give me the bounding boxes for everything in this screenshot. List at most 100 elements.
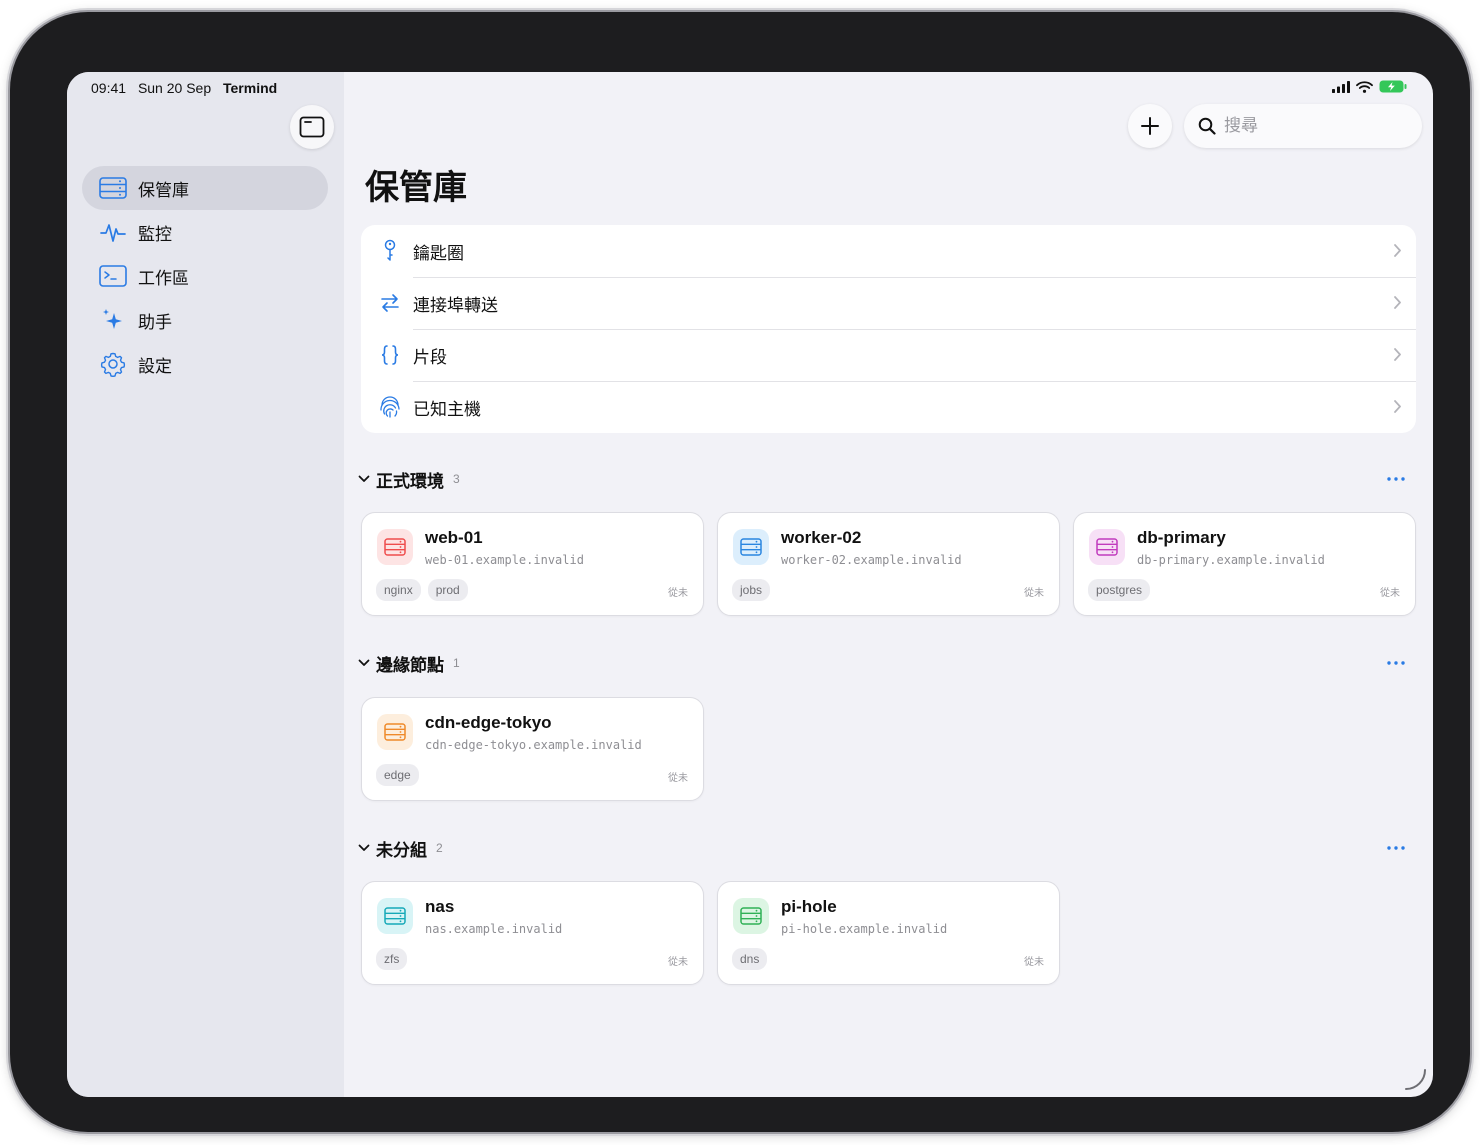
host-name: cdn-edge-tokyo	[425, 713, 552, 732]
server-icon	[1089, 529, 1125, 565]
resize-corner-icon	[1405, 1069, 1426, 1090]
host-tag: edge	[376, 764, 419, 786]
sidebar-item-vault[interactable]: 保管庫	[82, 166, 328, 210]
sidebar-item-monitor[interactable]: 監控	[82, 210, 328, 254]
menu-row-label: 片段	[413, 347, 447, 367]
menu-row-known-hosts[interactable]: 已知主機	[361, 381, 1416, 433]
chevron-right-icon	[1394, 400, 1401, 413]
chevron-right-icon	[1394, 348, 1401, 361]
sidebar-item-label: 工作區	[138, 268, 189, 288]
host-tag: zfs	[376, 948, 408, 970]
menu-row-label: 連接埠轉送	[413, 295, 498, 315]
more-icon[interactable]	[1381, 651, 1411, 675]
group-header-production[interactable]: 正式環境 3	[358, 467, 1413, 491]
group-header-edge[interactable]: 邊緣節點 1	[358, 651, 1413, 675]
sidebar-item-label: 監控	[138, 224, 172, 244]
chevron-right-icon	[1394, 296, 1401, 309]
host-last-connected: 從未	[1024, 957, 1044, 968]
server-rack-icon	[98, 175, 128, 201]
plus-icon	[1141, 117, 1159, 135]
sidebar-item-label: 保管庫	[138, 180, 189, 200]
screen: 09:41 Sun 20 Sep Termind 保管庫 監控 工作區 助手 設…	[67, 72, 1433, 1097]
host-address: cdn-edge-tokyo.example.invalid	[425, 738, 642, 752]
more-icon[interactable]	[1381, 836, 1411, 860]
host-last-connected: 從未	[668, 773, 688, 784]
main-content: 保管庫 鑰匙圈	[344, 72, 1433, 1097]
menu-row-label: 已知主機	[413, 399, 481, 419]
sidebar-toggle-icon	[299, 116, 325, 138]
host-card-cdn-edge-tokyo[interactable]: cdn-edge-tokyo cdn-edge-tokyo.example.in…	[361, 697, 704, 801]
sidebar-item-assistant[interactable]: 助手	[82, 298, 328, 342]
sidebar-item-workspace[interactable]: 工作區	[82, 254, 328, 298]
fingerprint-icon	[373, 396, 407, 418]
sidebar-toggle-button[interactable]	[290, 105, 334, 149]
chevron-down-icon	[358, 659, 370, 666]
host-tag: nginx	[376, 579, 421, 601]
chevron-right-icon	[1394, 244, 1401, 257]
more-icon[interactable]	[1381, 467, 1411, 491]
sidebar-nav: 保管庫 監控 工作區 助手 設定	[82, 166, 328, 386]
host-card-nas[interactable]: nas nas.example.invalid zfs 從未	[361, 881, 704, 985]
terminal-icon	[98, 263, 128, 289]
cellular-signal-icon	[1332, 80, 1350, 93]
page-title: 保管庫	[365, 169, 467, 207]
device-frame: 09:41 Sun 20 Sep Termind 保管庫 監控 工作區 助手 設…	[10, 12, 1470, 1132]
host-name: nas	[425, 897, 455, 916]
host-name: web-01	[425, 528, 483, 547]
group-count: 2	[436, 841, 443, 855]
group-header-ungrouped[interactable]: 未分組 2	[358, 836, 1413, 860]
search-input[interactable]	[1224, 116, 1404, 136]
host-name: pi-hole	[781, 897, 837, 916]
host-card-db-primary[interactable]: db-primary db-primary.example.invalid po…	[1073, 512, 1416, 616]
status-bar-left: 09:41 Sun 20 Sep Termind	[91, 80, 277, 96]
server-icon	[733, 529, 769, 565]
menu-row-label: 鑰匙圈	[413, 243, 464, 263]
group-count: 1	[453, 656, 460, 670]
host-card-pi-hole[interactable]: pi-hole pi-hole.example.invalid dns 從未	[717, 881, 1060, 985]
sidebar: 09:41 Sun 20 Sep Termind 保管庫 監控 工作區 助手 設…	[67, 72, 344, 1097]
menu-row-keychain[interactable]: 鑰匙圈	[361, 225, 1416, 277]
host-address: pi-hole.example.invalid	[781, 922, 948, 936]
search-icon	[1198, 117, 1216, 135]
group-name: 未分組	[376, 840, 427, 860]
braces-icon	[373, 344, 407, 366]
waveform-icon	[98, 219, 128, 245]
sidebar-item-label: 設定	[138, 356, 172, 376]
host-tag: jobs	[732, 579, 771, 601]
sidebar-item-settings[interactable]: 設定	[82, 342, 328, 386]
chevron-down-icon	[358, 844, 370, 851]
host-tags: postgres	[1088, 579, 1151, 601]
server-icon	[377, 898, 413, 934]
host-card-worker-02[interactable]: worker-02 worker-02.example.invalid jobs…	[717, 512, 1060, 616]
host-tag: postgres	[1088, 579, 1151, 601]
host-name: worker-02	[781, 528, 862, 547]
gear-icon	[98, 351, 128, 377]
status-bar-right	[1332, 80, 1407, 93]
status-date: Sun 20 Sep	[137, 80, 212, 96]
menu-row-port-forwarding[interactable]: 連接埠轉送	[361, 277, 1416, 329]
host-address: web-01.example.invalid	[425, 553, 584, 567]
host-name: db-primary	[1137, 528, 1226, 547]
host-tags: zfs	[376, 948, 408, 970]
host-tag: prod	[427, 579, 468, 601]
sidebar-item-label: 助手	[138, 312, 172, 332]
vault-menu-list: 鑰匙圈 連接埠轉送 片段 已知主機	[361, 225, 1416, 433]
menu-row-snippets[interactable]: 片段	[361, 329, 1416, 381]
host-last-connected: 從未	[1380, 588, 1400, 599]
group-name: 邊緣節點	[376, 655, 444, 675]
battery-charging-icon	[1379, 80, 1407, 93]
host-last-connected: 從未	[1024, 588, 1044, 599]
host-address: worker-02.example.invalid	[781, 553, 962, 567]
host-tag: dns	[732, 948, 768, 970]
host-tags: nginx prod	[376, 579, 468, 601]
search-field[interactable]	[1184, 104, 1422, 148]
host-last-connected: 從未	[668, 957, 688, 968]
host-address: nas.example.invalid	[425, 922, 563, 936]
group-count: 3	[453, 472, 460, 486]
add-host-button[interactable]	[1128, 104, 1172, 148]
host-card-web-01[interactable]: web-01 web-01.example.invalid nginx prod…	[361, 512, 704, 616]
status-app-name: Termind	[223, 80, 278, 96]
status-time: 09:41	[91, 80, 127, 96]
host-last-connected: 從未	[668, 588, 688, 599]
wifi-icon	[1356, 80, 1373, 93]
